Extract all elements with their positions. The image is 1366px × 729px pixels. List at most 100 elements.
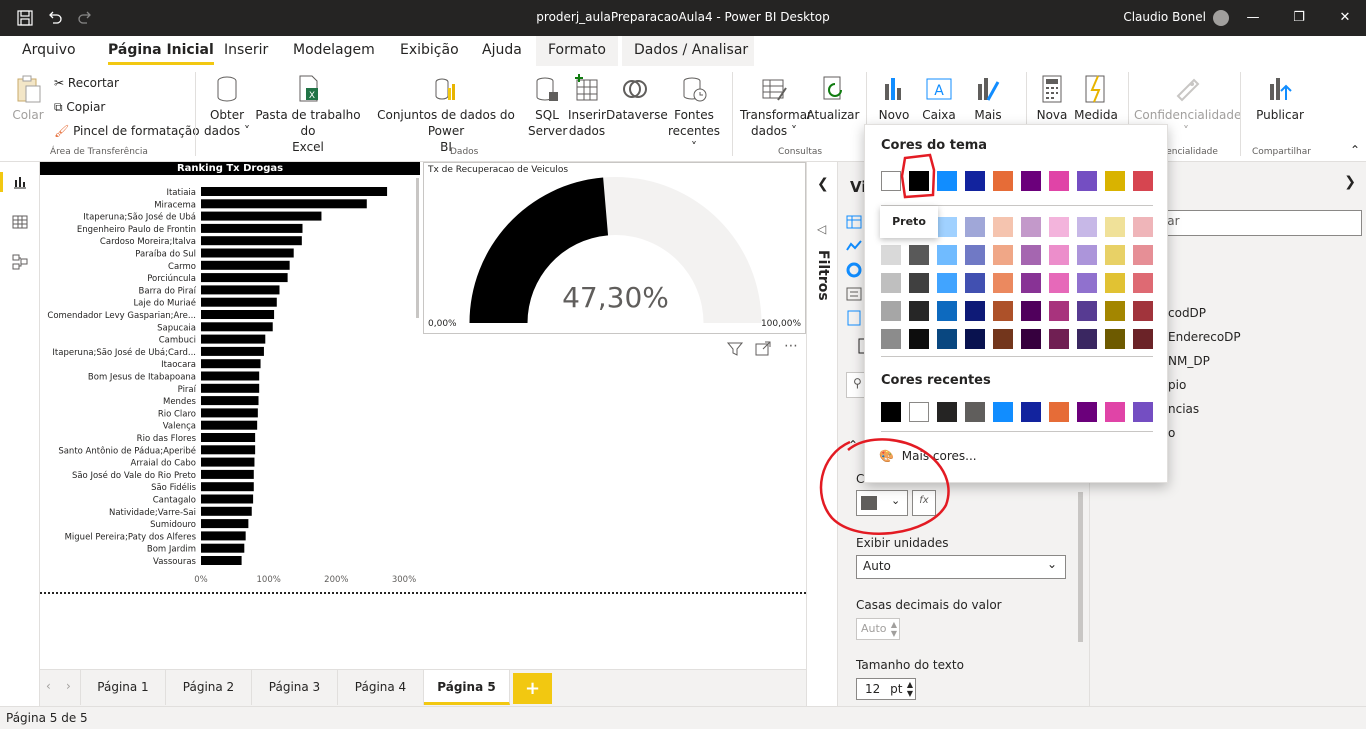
shade-color-swatch[interactable] <box>993 273 1013 293</box>
shade-color-swatch[interactable] <box>1133 273 1153 293</box>
shade-color-swatch[interactable] <box>1021 273 1041 293</box>
recent-color-swatch[interactable] <box>993 402 1013 422</box>
more-options-icon[interactable]: ⋯ <box>784 338 798 354</box>
shade-color-swatch[interactable] <box>1133 301 1153 321</box>
powerbi-datasets-button[interactable]: Conjuntos de dados do Power BI <box>364 74 528 155</box>
field-item[interactable]: codDP <box>1168 306 1206 320</box>
theme-color-swatch[interactable] <box>1105 171 1125 191</box>
shade-color-swatch[interactable] <box>1105 273 1125 293</box>
tab-arquivo[interactable]: Arquivo <box>22 42 76 58</box>
shade-color-swatch[interactable] <box>881 245 901 265</box>
donut-chart-icon[interactable] <box>846 262 862 278</box>
shade-color-swatch[interactable] <box>1077 273 1097 293</box>
page-tab-5[interactable]: Página 5 <box>424 670 510 705</box>
shade-color-swatch[interactable] <box>993 217 1013 237</box>
get-data-button[interactable]: Obter dados ˅ <box>202 74 252 139</box>
text-size-input[interactable]: 12 pt ▲ ▼ <box>856 678 916 700</box>
shade-color-swatch[interactable] <box>937 329 957 349</box>
shade-color-swatch[interactable] <box>1049 217 1069 237</box>
enter-data-button[interactable]: Inserir dados <box>566 74 608 139</box>
shade-color-swatch[interactable] <box>1077 329 1097 349</box>
shade-color-swatch[interactable] <box>993 245 1013 265</box>
recent-sources-button[interactable]: Fontes recentes ˅ <box>664 74 724 155</box>
theme-color-swatch[interactable] <box>993 171 1013 191</box>
format-painter-button[interactable]: 🖌 Pincel de formatação <box>54 123 200 139</box>
shade-color-swatch[interactable] <box>937 273 957 293</box>
table-visual-icon[interactable] <box>846 214 862 230</box>
stepper-icon[interactable]: ▲ ▼ <box>907 680 913 698</box>
theme-color-swatch[interactable] <box>965 171 985 191</box>
recent-color-swatch[interactable] <box>909 402 929 422</box>
page-tab-2[interactable]: Página 2 <box>166 670 252 705</box>
shade-color-swatch[interactable] <box>1021 329 1041 349</box>
theme-color-swatch[interactable] <box>937 171 957 191</box>
recent-color-swatch[interactable] <box>965 402 985 422</box>
expand-right-icon[interactable]: ❯ <box>1344 174 1356 190</box>
fields-search-input[interactable]: sar <box>1154 210 1362 236</box>
add-page-button[interactable]: + <box>513 673 552 704</box>
shade-color-swatch[interactable] <box>937 245 957 265</box>
refresh-button[interactable]: Atualizar <box>806 74 860 123</box>
shade-color-swatch[interactable] <box>1105 245 1125 265</box>
report-view-icon[interactable] <box>12 174 28 190</box>
recent-color-swatch[interactable] <box>1021 402 1041 422</box>
data-view-icon[interactable] <box>12 214 28 230</box>
shade-color-swatch[interactable] <box>1077 217 1097 237</box>
tab-exibicao[interactable]: Exibição <box>400 42 459 58</box>
tab-pagina-inicial[interactable]: Página Inicial <box>108 42 214 65</box>
filters-pane[interactable]: ❮ ◁ Filtros <box>806 162 838 706</box>
shade-color-swatch[interactable] <box>1133 245 1153 265</box>
shade-color-swatch[interactable] <box>937 301 957 321</box>
shade-color-swatch[interactable] <box>909 273 929 293</box>
tab-formato[interactable]: Formato <box>536 36 618 66</box>
field-item[interactable]: EnderecoDP <box>1168 330 1241 344</box>
collapse-ribbon-icon[interactable]: ⌃ <box>1350 142 1360 158</box>
shade-color-swatch[interactable] <box>1021 245 1041 265</box>
theme-color-swatch[interactable] <box>909 171 929 191</box>
focus-mode-icon[interactable] <box>754 340 772 358</box>
new-calc-button[interactable]: Nova <box>1034 74 1070 123</box>
prev-page-icon[interactable]: ‹ <box>46 679 51 693</box>
shade-color-swatch[interactable] <box>1049 329 1069 349</box>
shade-color-swatch[interactable] <box>1105 329 1125 349</box>
ribbon-chart-icon[interactable] <box>846 238 862 254</box>
shade-color-swatch[interactable] <box>909 329 929 349</box>
copy-button[interactable]: ⧉ Copiar <box>54 99 105 115</box>
field-item[interactable]: pio <box>1168 378 1186 392</box>
shade-color-swatch[interactable] <box>1049 301 1069 321</box>
more-visuals-button[interactable]: Mais <box>966 74 1010 123</box>
filter-icon[interactable] <box>726 340 744 358</box>
decimals-input[interactable]: Auto ▲ ▼ <box>856 618 900 640</box>
shade-color-swatch[interactable] <box>881 273 901 293</box>
recent-color-swatch[interactable] <box>1105 402 1125 422</box>
dataverse-button[interactable]: Dataverse <box>606 74 668 123</box>
theme-color-swatch[interactable] <box>1133 171 1153 191</box>
shade-color-swatch[interactable] <box>993 329 1013 349</box>
new-visual-button[interactable]: Novo <box>876 74 912 123</box>
page-tab-3[interactable]: Página 3 <box>252 670 338 705</box>
theme-color-swatch[interactable] <box>1021 171 1041 191</box>
tab-ajuda[interactable]: Ajuda <box>482 42 522 58</box>
publish-button[interactable]: Publicar <box>1252 74 1308 123</box>
shade-color-swatch[interactable] <box>965 217 985 237</box>
recent-color-swatch[interactable] <box>1077 402 1097 422</box>
paste-button[interactable]: Colar <box>10 74 46 123</box>
shade-color-swatch[interactable] <box>1049 245 1069 265</box>
avatar[interactable] <box>1213 10 1229 26</box>
excel-workbook-button[interactable]: X Pasta de trabalho do Excel <box>252 74 364 155</box>
cut-button[interactable]: ✂ Recortar <box>54 75 119 91</box>
shade-color-swatch[interactable] <box>881 329 901 349</box>
color-dropdown[interactable]: ⌄ <box>856 490 908 516</box>
maximize-icon[interactable]: ❐ <box>1284 6 1314 30</box>
shade-color-swatch[interactable] <box>965 245 985 265</box>
recent-color-swatch[interactable] <box>1049 402 1069 422</box>
collapse-left-icon[interactable]: ❮ <box>817 176 829 192</box>
shade-color-swatch[interactable] <box>1105 301 1125 321</box>
transform-data-button[interactable]: Transformar dados ˅ <box>740 74 812 139</box>
slicer-icon[interactable] <box>846 286 862 302</box>
shade-color-swatch[interactable] <box>965 329 985 349</box>
shade-color-swatch[interactable] <box>1021 301 1041 321</box>
ranking-bar-chart[interactable]: Ranking Tx Drogas Itatiaia Miracema Itaper… <box>40 162 420 592</box>
page-tab-4[interactable]: Página 4 <box>338 670 424 705</box>
shade-color-swatch[interactable] <box>909 301 929 321</box>
